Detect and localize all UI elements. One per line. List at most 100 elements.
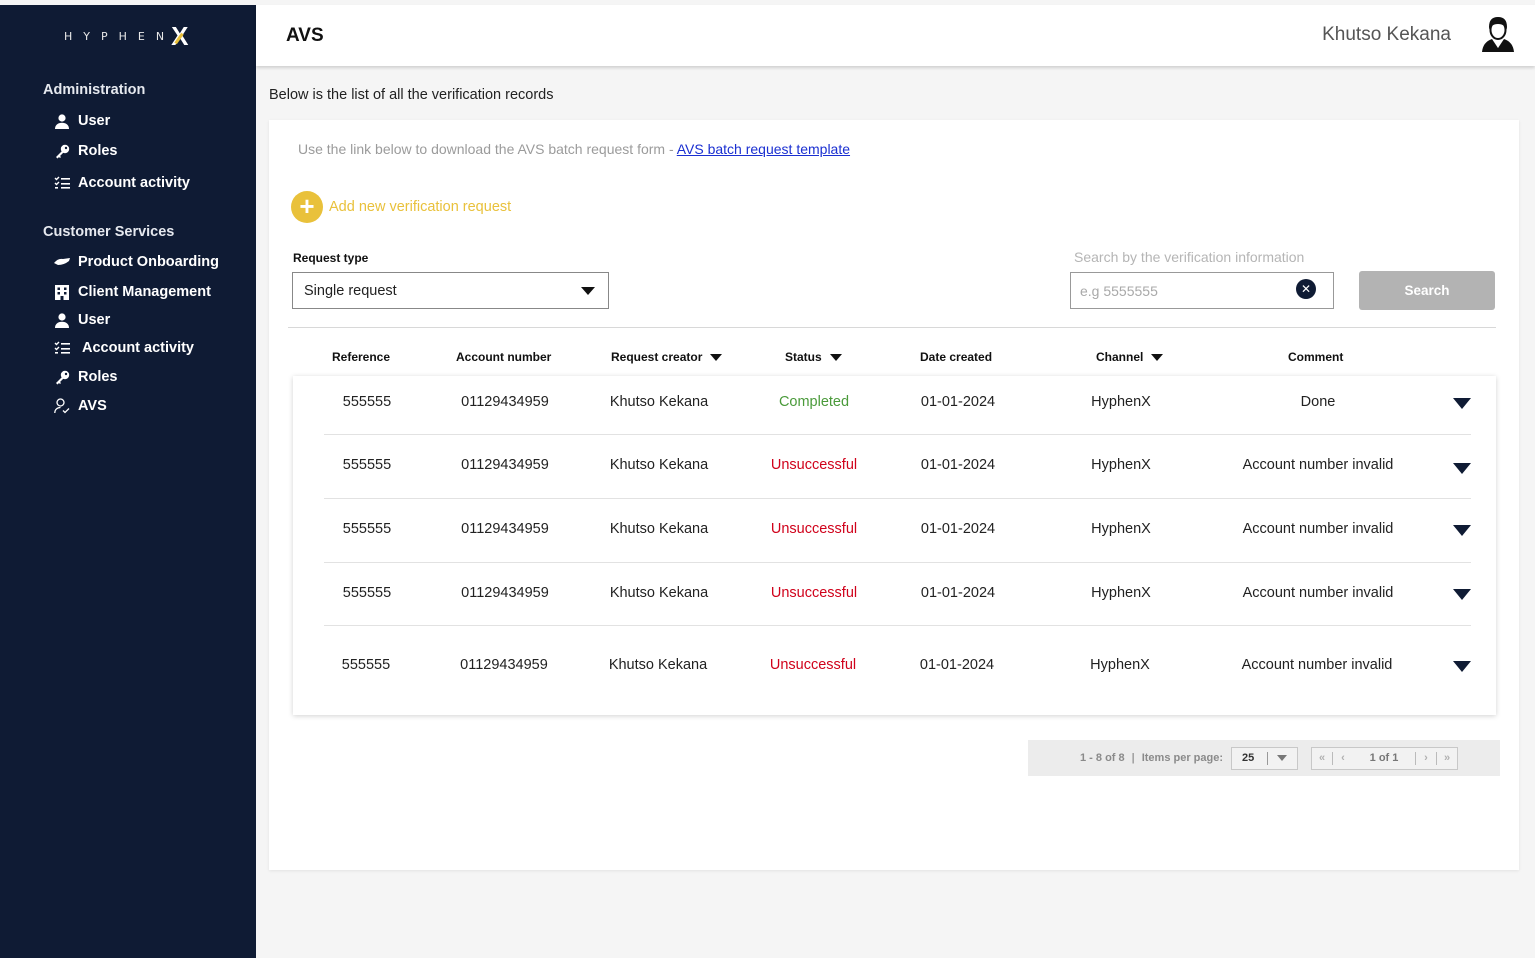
table-row[interactable]: 555555 01129434959 Khutso Kekana Unsucce… (293, 585, 1496, 605)
cell-date-created: 01-01-2024 (920, 457, 996, 473)
page-indicator: 1 of 1 (1369, 752, 1399, 764)
items-per-page-select[interactable]: 25 (1231, 746, 1299, 770)
cell-request-creator: Khutso Kekana (608, 657, 708, 673)
paginator-range: 1 - 8 of 8 (1080, 752, 1125, 764)
cell-account-number: 01129434959 (461, 457, 549, 473)
sidebar-item-admin-roles[interactable]: Roles (53, 141, 118, 161)
cell-account-number: 01129434959 (461, 521, 549, 537)
avs-template-link[interactable]: AVS batch request template (677, 141, 850, 157)
cell-account-number: 01129434959 (461, 394, 549, 410)
status-badge: Unsuccessful (769, 657, 857, 673)
cell-channel: HyphenX (1091, 585, 1151, 601)
cell-request-creator: Khutso Kekana (609, 521, 709, 537)
row-divider (324, 625, 1471, 626)
expand-row-icon[interactable] (1453, 661, 1471, 672)
cell-reference: 555555 (341, 657, 391, 673)
cell-date-created: 01-01-2024 (919, 657, 995, 673)
sidebar-item-cs-roles[interactable]: Roles (53, 367, 118, 387)
expand-row-icon[interactable] (1453, 463, 1471, 474)
row-divider (324, 498, 1471, 499)
status-badge: Completed (778, 394, 850, 410)
sidebar-item-label: Roles (78, 143, 118, 159)
paginator: 1 - 8 of 8 | Items per page: 25 « ‹ 1 of… (1028, 740, 1500, 776)
user-icon (53, 112, 71, 130)
cell-channel: HyphenX (1091, 521, 1151, 537)
column-header-status[interactable]: Status (785, 350, 842, 364)
last-page-icon[interactable]: » (1437, 752, 1457, 764)
handshake-icon (53, 253, 71, 271)
sidebar-item-label: Product Onboarding (78, 254, 219, 270)
sort-down-icon[interactable] (710, 353, 723, 361)
next-page-icon[interactable]: › (1416, 752, 1436, 764)
table-row[interactable]: 555555 01129434959 Khutso Kekana Complet… (293, 394, 1496, 414)
sidebar-item-label: AVS (78, 398, 107, 414)
sort-down-icon[interactable] (829, 353, 842, 361)
chevron-down-icon (1277, 754, 1288, 761)
sidebar-section-administration: Administration (43, 82, 146, 98)
divider (288, 327, 1496, 328)
sidebar-item-cs-user[interactable]: User (53, 310, 110, 330)
cell-request-creator: Khutso Kekana (609, 394, 709, 410)
table-row[interactable]: 555555 01129434959 Khutso Kekana Unsucce… (293, 657, 1496, 677)
status-badge: Unsuccessful (770, 521, 858, 537)
sidebar-item-product-onboarding[interactable]: Product Onboarding (53, 252, 219, 272)
search-input[interactable] (1070, 272, 1334, 309)
chevron-down-icon (581, 287, 595, 295)
sidebar-item-label: Account activity (78, 175, 190, 191)
add-verification-request-button[interactable]: + Add new verification request (291, 191, 511, 223)
cell-account-number: 01129434959 (460, 657, 548, 673)
sidebar-item-avs[interactable]: AVS (53, 396, 107, 416)
sidebar-item-admin-user[interactable]: User (53, 111, 110, 131)
user-check-icon (53, 397, 71, 415)
sidebar-item-client-management[interactable]: Client Management (53, 282, 211, 302)
expand-row-icon[interactable] (1453, 398, 1471, 409)
column-header-channel[interactable]: Channel (1096, 350, 1164, 364)
checklist-icon (53, 339, 71, 357)
hyphenx-logo[interactable]: HYPHEN X (64, 21, 188, 51)
search-button[interactable]: Search (1359, 271, 1495, 310)
cell-account-number: 01129434959 (461, 585, 549, 601)
row-divider (324, 434, 1471, 435)
cell-comment: Account number invalid (1242, 585, 1394, 601)
cell-channel: HyphenX (1090, 657, 1150, 673)
column-header-request-creator[interactable]: Request creator (611, 350, 723, 364)
sidebar-item-label: Roles (78, 369, 118, 385)
cell-comment: Account number invalid (1241, 657, 1393, 673)
request-type-label: Request type (293, 251, 369, 265)
verification-card: Use the link below to download the AVS b… (269, 120, 1519, 870)
top-header: AVS Khutso Kekana (256, 5, 1535, 66)
sidebar-item-label: Client Management (78, 284, 211, 300)
sort-down-icon[interactable] (1151, 353, 1164, 361)
clear-icon[interactable]: ✕ (1296, 279, 1316, 299)
cell-comment: Done (1300, 394, 1336, 410)
sidebar-item-admin-account-activity[interactable]: Account activity (53, 173, 190, 193)
request-type-value: Single request (304, 282, 397, 299)
user-name[interactable]: Khutso Kekana (1322, 24, 1451, 46)
plus-icon: + (291, 191, 323, 223)
row-divider (324, 562, 1471, 563)
sidebar: HYPHEN X Administration User Roles Accou… (0, 5, 256, 958)
cell-channel: HyphenX (1091, 394, 1151, 410)
select-divider (1267, 751, 1269, 765)
cell-request-creator: Khutso Kekana (609, 585, 709, 601)
table-row[interactable]: 555555 01129434959 Khutso Kekana Unsucce… (293, 457, 1496, 477)
avatar-icon[interactable] (1479, 15, 1517, 53)
records-table: 555555 01129434959 Khutso Kekana Complet… (293, 376, 1496, 715)
previous-page-icon[interactable]: ‹ (1333, 752, 1353, 764)
first-page-icon[interactable]: « (1312, 752, 1332, 764)
building-icon (53, 283, 71, 301)
expand-row-icon[interactable] (1453, 589, 1471, 600)
cell-date-created: 01-01-2024 (920, 585, 996, 601)
status-badge: Unsuccessful (770, 585, 858, 601)
page-title: AVS (286, 25, 324, 46)
cell-channel: HyphenX (1091, 457, 1151, 473)
column-header-reference: Reference (332, 350, 391, 364)
intro-text: Below is the list of all the verificatio… (269, 87, 554, 103)
expand-row-icon[interactable] (1453, 525, 1471, 536)
search-label: Search by the verification information (1074, 249, 1305, 265)
items-per-page-value: 25 (1242, 752, 1255, 764)
request-type-select[interactable]: Single request (292, 272, 609, 309)
table-row[interactable]: 555555 01129434959 Khutso Kekana Unsucce… (293, 521, 1496, 541)
sidebar-section-customer-services: Customer Services (43, 224, 175, 240)
sidebar-item-cs-account-activity[interactable]: Account activity (53, 338, 194, 358)
